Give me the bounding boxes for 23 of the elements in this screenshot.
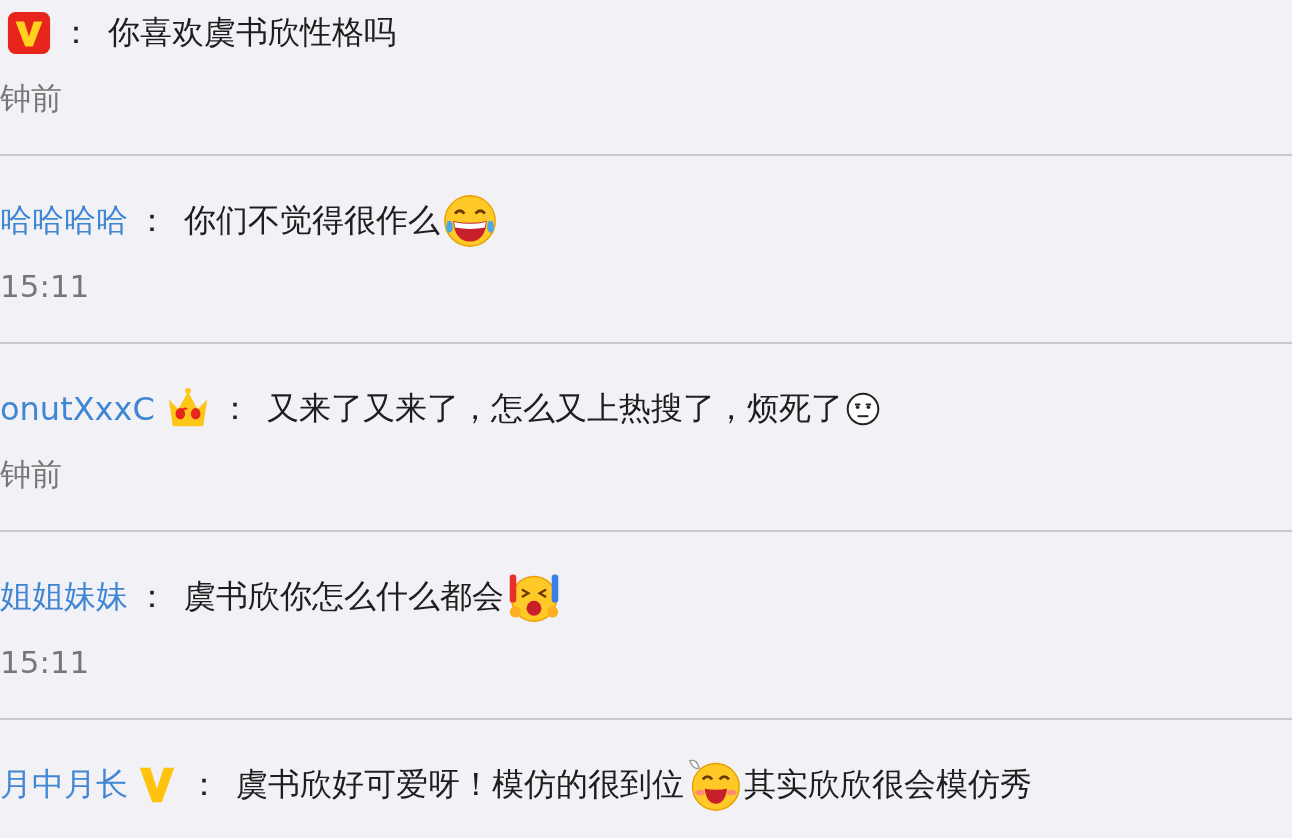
user-name[interactable]: onutXxxC [0, 390, 155, 428]
comment-text: 虞书欣你怎么什么都会 [184, 576, 504, 617]
grinning-emoji-icon [686, 757, 742, 813]
comment-text: 虞书欣好可爱呀！模仿的很到位 [236, 764, 684, 805]
user-name[interactable]: 姐姐妹妹 [0, 575, 128, 619]
comment-time: 钟前 [0, 79, 63, 118]
colon-separator: ： [136, 576, 168, 617]
comment-time: 15:11 [0, 643, 91, 682]
colon-separator: ： [188, 764, 220, 805]
comment-text: 又来了又来了，怎么又上热搜了，烦死了 [266, 388, 843, 429]
face-emoji-icon [844, 391, 881, 427]
colon-separator: ： [60, 12, 92, 53]
comment-text: 你喜欢虞书欣性格吗 [108, 12, 396, 53]
user-name[interactable]: 哈哈哈哈 [0, 199, 128, 243]
colon-separator: ： [136, 200, 168, 241]
comment-text: 你们不觉得很作么 [184, 200, 440, 241]
verified-badge-icon [6, 10, 52, 56]
comment-text: 其实欣欣很会模仿秀 [744, 764, 1032, 805]
user-name[interactable]: 月中月长 [0, 763, 128, 807]
comment-time: 15:11 [0, 267, 91, 306]
colon-separator: ： [218, 388, 251, 429]
comment-time: 钟前 [0, 455, 63, 494]
laughing-emoji-icon [442, 193, 498, 249]
